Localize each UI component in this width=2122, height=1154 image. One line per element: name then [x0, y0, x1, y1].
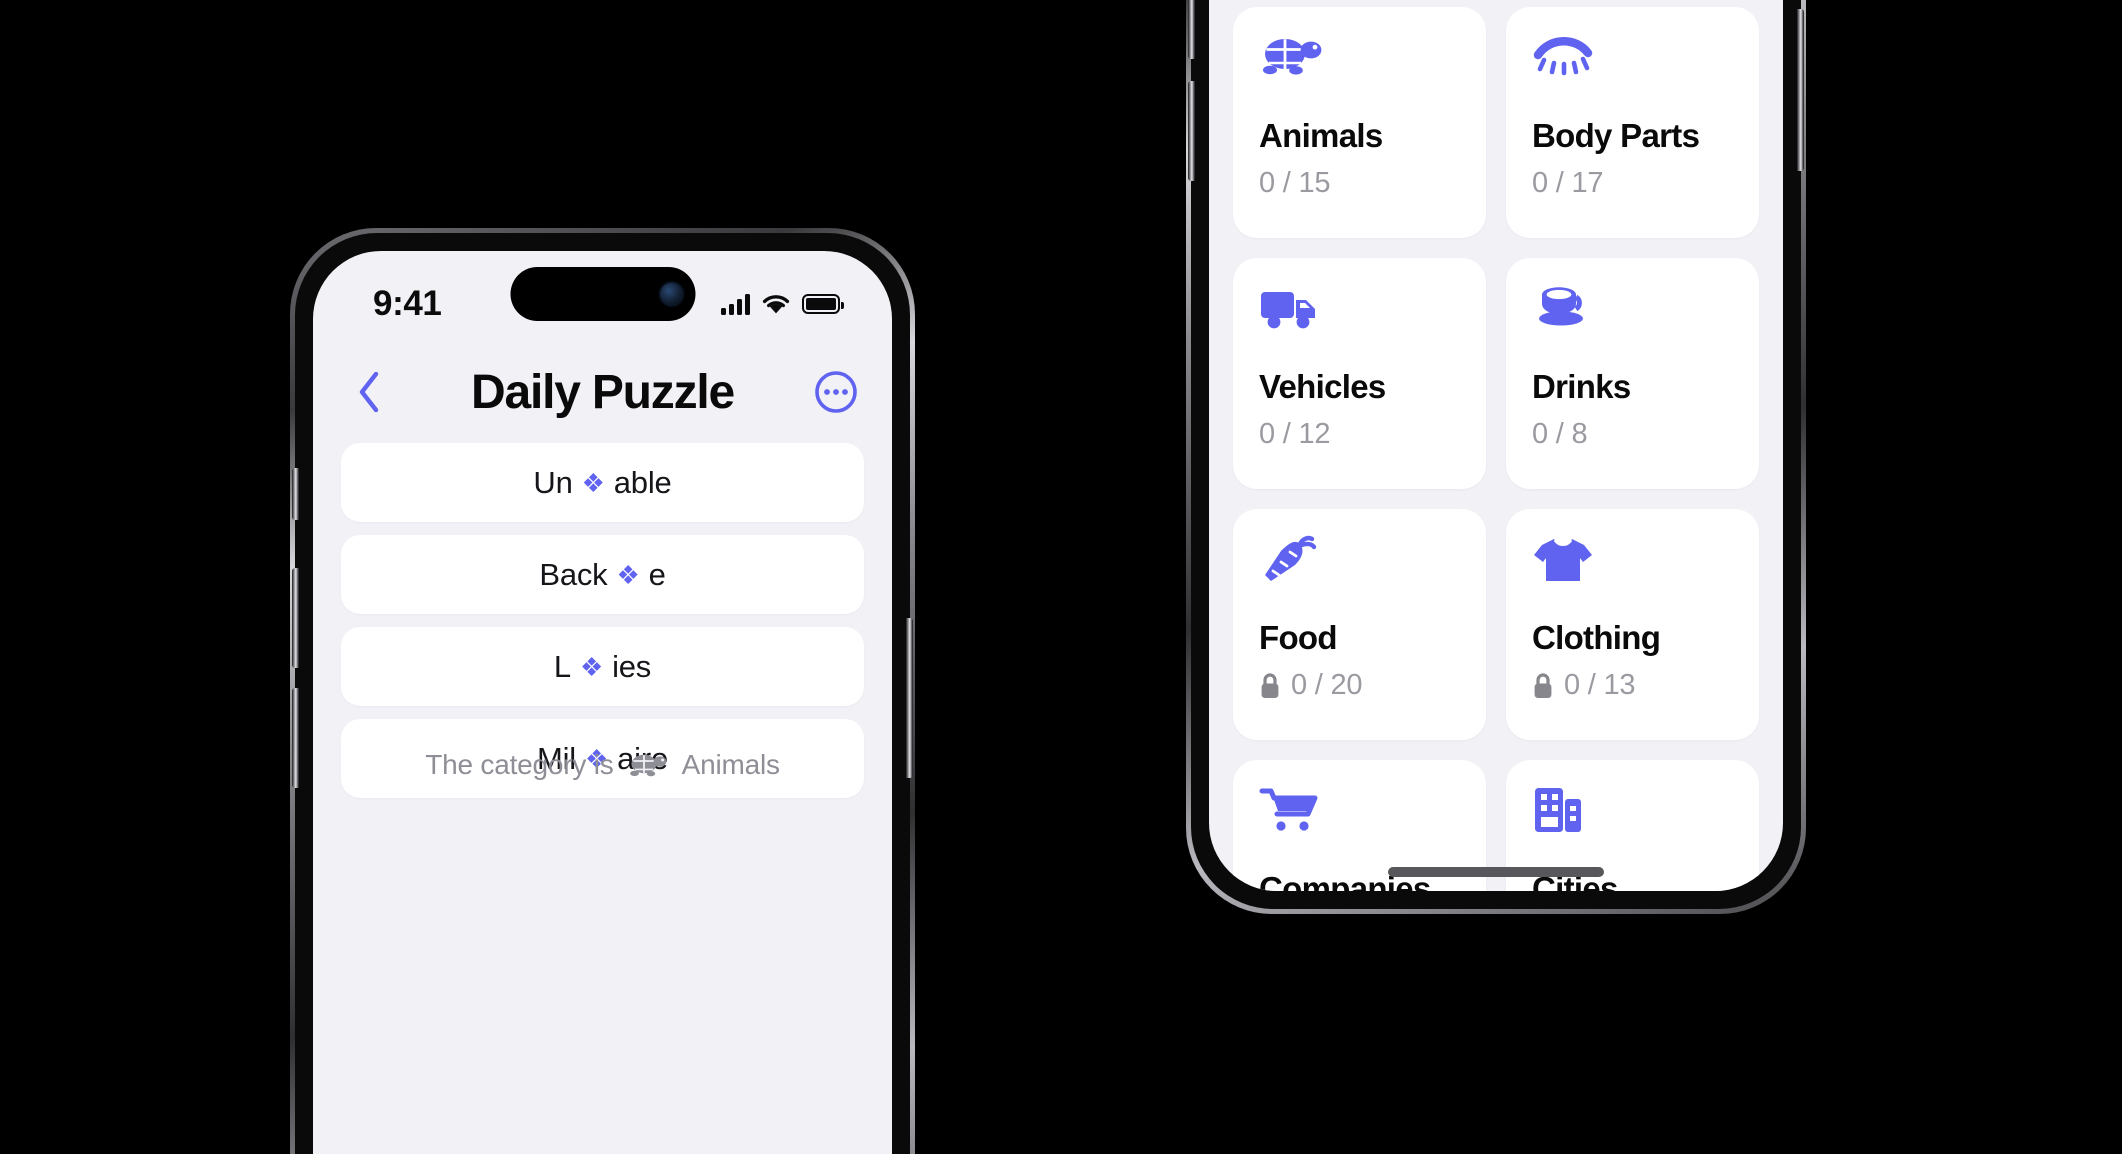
phone-frame-left: 9:41 Daily Puzzle Un ❖ able Back ❖ e L ❖… — [290, 228, 915, 1154]
truck-icon — [1259, 284, 1460, 362]
nav-header: Daily Puzzle — [313, 347, 892, 437]
category-hint-label: The category is — [425, 749, 614, 780]
category-meta: 0 / 13 — [1532, 669, 1733, 702]
phone-bezel-left: 9:41 Daily Puzzle Un ❖ able Back ❖ e L ❖… — [292, 233, 913, 1154]
carrot-icon — [1259, 535, 1460, 613]
battery-icon — [802, 294, 844, 314]
dynamic-island — [510, 267, 695, 321]
volume-up-button-right[interactable] — [1188, 0, 1195, 59]
categories-screen: Animals 0 / 15 Body Parts 0 / 17 Vehicle… — [1209, 0, 1783, 891]
front-camera-icon — [660, 283, 682, 305]
category-card-vehicles[interactable]: Vehicles 0 / 12 — [1233, 258, 1486, 489]
category-card-animals[interactable]: Animals 0 / 15 — [1233, 7, 1486, 238]
volume-down-button-right[interactable] — [1188, 81, 1195, 181]
category-progress: 0 / 15 — [1259, 167, 1331, 199]
chevron-left-icon — [356, 370, 382, 414]
power-button-right[interactable] — [1797, 9, 1804, 171]
category-title: Vehicles — [1259, 368, 1386, 405]
lock-icon — [1532, 672, 1554, 700]
power-button-left[interactable] — [906, 618, 913, 778]
blank-diamond-icon: ❖ — [581, 467, 605, 498]
status-icons — [721, 293, 844, 315]
phone-bezel-right: Animals 0 / 15 Body Parts 0 / 17 Vehicle… — [1188, 0, 1804, 909]
category-card-clothing[interactable]: Clothing 0 / 13 — [1506, 509, 1759, 740]
shopping-cart-icon — [1259, 786, 1460, 864]
category-card-body-parts[interactable]: Body Parts 0 / 17 — [1506, 7, 1759, 238]
category-meta: 0 / 17 — [1532, 167, 1733, 200]
category-meta: 0 / 20 — [1259, 669, 1460, 702]
categories-phone: Animals 0 / 15 Body Parts 0 / 17 Vehicle… — [1186, 0, 1806, 914]
category-progress: 0 / 12 — [1259, 418, 1331, 450]
category-hint-value: Animals — [681, 749, 780, 780]
turtle-icon — [1259, 33, 1460, 111]
word-suffix: able — [613, 464, 672, 500]
screenshot-canvas: 9:41 Daily Puzzle Un ❖ able Back ❖ e L ❖… — [0, 0, 2122, 1154]
category-meta: 0 / 8 — [1532, 418, 1733, 451]
daily-puzzle-screen: 9:41 Daily Puzzle Un ❖ able Back ❖ e L ❖… — [313, 251, 892, 1154]
category-progress: 0 / 13 — [1564, 669, 1636, 701]
category-meta: 0 / 12 — [1259, 418, 1460, 451]
category-title: Food — [1259, 619, 1338, 656]
cellular-signal-icon — [721, 293, 750, 315]
home-indicator[interactable] — [1388, 867, 1604, 877]
puzzle-word-card[interactable]: Un ❖ able — [341, 443, 864, 522]
category-card-food[interactable]: Food 0 / 20 — [1233, 509, 1486, 740]
category-title: Clothing — [1532, 619, 1661, 656]
tshirt-icon — [1532, 535, 1733, 613]
blank-diamond-icon: ❖ — [579, 651, 604, 682]
more-options-button[interactable] — [808, 364, 864, 420]
volume-down-button-left[interactable] — [292, 688, 299, 788]
category-progress: 0 / 8 — [1532, 418, 1588, 450]
word-suffix: ies — [612, 648, 652, 684]
word-prefix: L — [553, 648, 571, 684]
buildings-icon — [1532, 786, 1733, 864]
blank-diamond-icon: ❖ — [616, 559, 640, 590]
wifi-icon — [761, 293, 791, 315]
category-title: Animals — [1259, 117, 1383, 154]
category-card-drinks[interactable]: Drinks 0 / 8 — [1506, 258, 1759, 489]
more-circle-icon — [814, 370, 858, 414]
phone-frame-right: Animals 0 / 15 Body Parts 0 / 17 Vehicle… — [1186, 0, 1806, 914]
category-meta: 0 / 15 — [1259, 167, 1460, 200]
page-title: Daily Puzzle — [470, 365, 735, 419]
turtle-icon — [627, 751, 669, 779]
category-title: Body Parts — [1532, 117, 1700, 154]
daily-puzzle-phone: 9:41 Daily Puzzle Un ❖ able Back ❖ e L ❖… — [290, 228, 915, 1154]
puzzle-word-card[interactable]: L ❖ ies — [341, 627, 864, 706]
category-hint: The category is Animals — [313, 749, 892, 781]
category-progress: 0 / 20 — [1291, 669, 1363, 701]
puzzle-word-card[interactable]: Back ❖ e — [341, 535, 864, 614]
word-prefix: Back — [539, 556, 608, 592]
coffee-cup-icon — [1532, 284, 1733, 362]
back-button[interactable] — [341, 364, 397, 420]
word-suffix: e — [648, 556, 666, 592]
lock-icon — [1259, 672, 1281, 700]
mute-switch-left[interactable] — [292, 468, 299, 520]
word-prefix: Un — [533, 464, 573, 500]
status-time: 9:41 — [373, 284, 442, 323]
volume-up-button-left[interactable] — [292, 568, 299, 668]
category-title: Drinks — [1532, 368, 1631, 405]
eye-closed-icon — [1532, 33, 1733, 111]
category-grid: Animals 0 / 15 Body Parts 0 / 17 Vehicle… — [1209, 0, 1783, 891]
category-progress: 0 / 17 — [1532, 167, 1604, 199]
